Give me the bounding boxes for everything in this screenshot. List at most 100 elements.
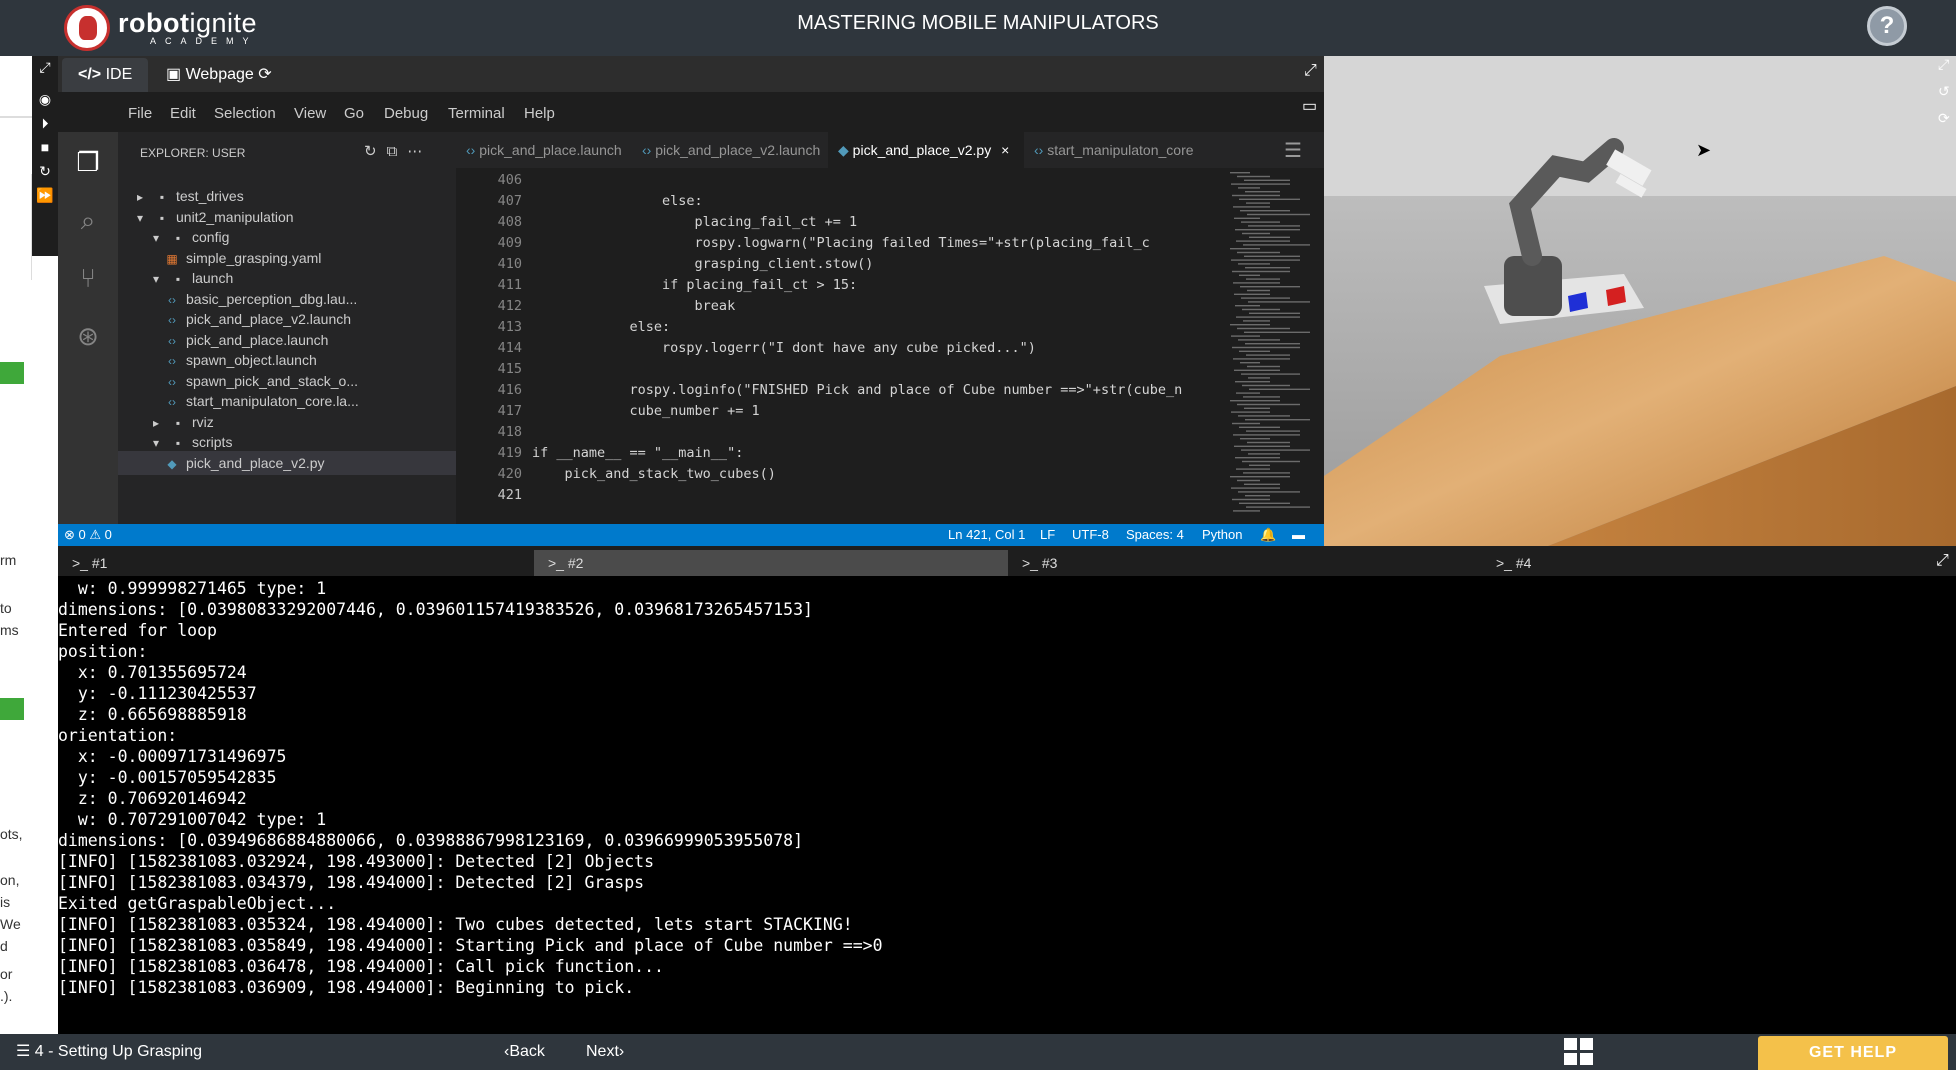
terminal-line: Entered for loop (58, 621, 217, 640)
expand-icon[interactable]: ⤢ (1304, 62, 1317, 80)
expand-icon[interactable]: ⤢ (1936, 552, 1949, 570)
terminal-tab-1[interactable]: >_ #1 (58, 550, 532, 576)
search-icon[interactable]: ⌕ (72, 204, 104, 236)
code-line: 406 (456, 170, 1226, 191)
menu-selection[interactable]: Selection (214, 96, 276, 132)
grid-layout-icon[interactable] (1564, 1038, 1594, 1066)
expand-icon[interactable]: ⤢ (1938, 56, 1956, 73)
explorer-panel: EXPLORER: USER ↻⧉⋯ ▸ ▪ test_drives ▾ ▪ unit2_… (118, 132, 456, 524)
refresh-icon[interactable]: ↻ (364, 143, 387, 160)
source-control-icon[interactable]: ⑂ (72, 262, 104, 294)
tab-webpage[interactable]: ▣ Webpage ⟳ (150, 58, 288, 92)
reset-icon[interactable]: ↺ (1938, 83, 1956, 100)
code-text: grasping_client.stow() (532, 256, 874, 272)
error-count: 0 (78, 527, 86, 542)
code-line: 419 if __name__ == "__main__": (456, 443, 1226, 464)
tab-ide-label: IDE (105, 66, 133, 83)
extensions-icon[interactable]: ⊛ (72, 320, 104, 352)
menu-view[interactable]: View (294, 96, 326, 132)
terminal-line: [INFO] [1582381083.034379, 198.494000]: … (58, 873, 645, 892)
menu-terminal[interactable]: Terminal (448, 96, 505, 132)
menu-debug[interactable]: Debug (384, 96, 428, 132)
get-help-button[interactable]: GET HELP (1758, 1036, 1948, 1070)
stop-icon[interactable]: ■ (36, 138, 54, 156)
tab-ide[interactable]: </> IDE (62, 58, 149, 92)
line-ending[interactable]: LF (1040, 524, 1055, 546)
editor-tab-label: pick_and_place.launch (479, 142, 622, 158)
files-icon[interactable]: ❐ (72, 146, 104, 178)
editor-tab[interactable]: ‹› start_manipulaton_core (1024, 132, 1226, 168)
terminal-line: position: (58, 642, 148, 661)
green-button[interactable] (0, 698, 24, 720)
robot-ignite-logo[interactable]: robotignite ACADEMY (64, 4, 258, 52)
terminal-line: w: 0.999998271465 type: 1 (58, 579, 327, 598)
explorer-item-label: spawn_object.launch (186, 352, 317, 368)
menu-edit[interactable]: Edit (170, 96, 196, 132)
code-text: break (532, 298, 736, 314)
next-button[interactable]: Next› (586, 1034, 624, 1070)
bell-icon[interactable]: 🔔 (1260, 524, 1276, 546)
terminal-line: orientation: (58, 726, 178, 745)
problems-indicator[interactable]: ⊗ 0 ⚠ 0 (64, 524, 112, 546)
explorer-item-label: test_drives (176, 188, 244, 204)
editor-tab-active[interactable]: ◆ pick_and_place_v2.py × (828, 132, 1024, 168)
code-line: 417 cube_number += 1 (456, 401, 1226, 422)
language-mode[interactable]: Python (1202, 524, 1242, 546)
code-text: rospy.logerr("I dont have any cube picke… (532, 340, 1036, 356)
panel-toggle-icon[interactable]: ▬ (1292, 524, 1305, 546)
explorer-item[interactable]: ◆ pick_and_place_v2.py (118, 450, 456, 475)
menu-help[interactable]: Help (524, 96, 555, 132)
more-icon[interactable]: ⋯ (407, 143, 432, 160)
gazebo-simulation-view[interactable]: ➤ ⤢ ↺ ⟳ (1324, 56, 1956, 546)
python-file-icon: ◆ (838, 142, 849, 158)
line-number: 420 (497, 466, 522, 482)
menu-file[interactable]: File (128, 96, 152, 132)
cursor-position[interactable]: Ln 421, Col 1 (948, 524, 1025, 546)
code-line: 413 else: (456, 317, 1226, 338)
logo-text-bold: robot (118, 8, 190, 38)
terminal-line: [INFO] [1582381083.035849, 198.494000]: … (58, 936, 883, 955)
terminal-line: z: 0.665698885918 (58, 705, 247, 724)
code-line: 411 if placing_fail_ct > 15: (456, 275, 1226, 296)
line-number: 417 (497, 403, 522, 419)
indentation[interactable]: Spaces: 4 (1126, 524, 1184, 546)
collapse-all-icon[interactable]: ⧉ (387, 143, 408, 160)
close-icon[interactable]: × (1001, 142, 1009, 158)
code-editor[interactable]: 406 407 else: 408 placing_fail_ct += 1 409 … (456, 168, 1226, 524)
green-button[interactable] (0, 362, 24, 384)
eye-icon[interactable]: ◉ (36, 90, 54, 108)
run-cell-icon[interactable]: ⏵ (36, 114, 54, 132)
terminal-tab-3[interactable]: >_ #3 (1008, 550, 1482, 576)
editor-tab[interactable]: ‹› pick_and_place.launch (456, 132, 632, 168)
explorer-item-label: spawn_pick_and_stack_o... (186, 372, 358, 389)
top-bar: robotignite ACADEMY MASTERING MOBILE MAN… (0, 0, 1956, 56)
code-line: 409 rospy.logwarn("Placing failed Times=… (456, 233, 1226, 254)
split-editor-icon[interactable]: ☰ (1284, 138, 1302, 163)
refresh-icon[interactable]: ⟳ (258, 66, 271, 83)
terminal-output[interactable]: w: 0.999998271465 type: 1 dimensions: [0.… (58, 576, 1956, 1034)
code-text: else: (532, 193, 703, 209)
code-text: if placing_fail_ct > 15: (532, 277, 858, 293)
minimap[interactable] (1226, 168, 1324, 524)
terminal-tab-bar: >_ #1 >_ #2 >_ #3 >_ #4 ⤢ (58, 550, 1956, 576)
help-icon[interactable]: ? (1867, 6, 1907, 46)
text-fragment: ms (0, 622, 19, 638)
explorer-item-label: pick_and_place_v2.py (186, 454, 325, 471)
editor-tab[interactable]: ‹› pick_and_place_v2.launch (632, 132, 828, 168)
terminal-tab-4[interactable]: >_ #4 (1482, 550, 1956, 576)
line-number: 408 (497, 214, 522, 230)
menu-go[interactable]: Go (344, 96, 364, 132)
encoding[interactable]: UTF-8 (1072, 524, 1109, 546)
code-line: 408 placing_fail_ct += 1 (456, 212, 1226, 233)
code-text: placing_fail_ct += 1 (532, 214, 858, 230)
code-line: 412 break (456, 296, 1226, 317)
fast-forward-icon[interactable]: ⏩ (36, 186, 54, 204)
expand-icon[interactable]: ⤢ (36, 58, 54, 76)
robot-ignite-logo-icon (64, 5, 110, 51)
restart-icon[interactable]: ↻ (36, 162, 54, 180)
lesson-selector[interactable]: ☰ 4 - Setting Up Grasping (16, 1034, 202, 1070)
terminal-tab-2[interactable]: >_ #2 (534, 550, 1008, 576)
refresh-icon[interactable]: ⟳ (1938, 110, 1956, 127)
back-button[interactable]: ‹Back (504, 1034, 545, 1070)
bottom-bar: ☰ 4 - Setting Up Grasping ‹Back Next› GE… (0, 1034, 1956, 1070)
